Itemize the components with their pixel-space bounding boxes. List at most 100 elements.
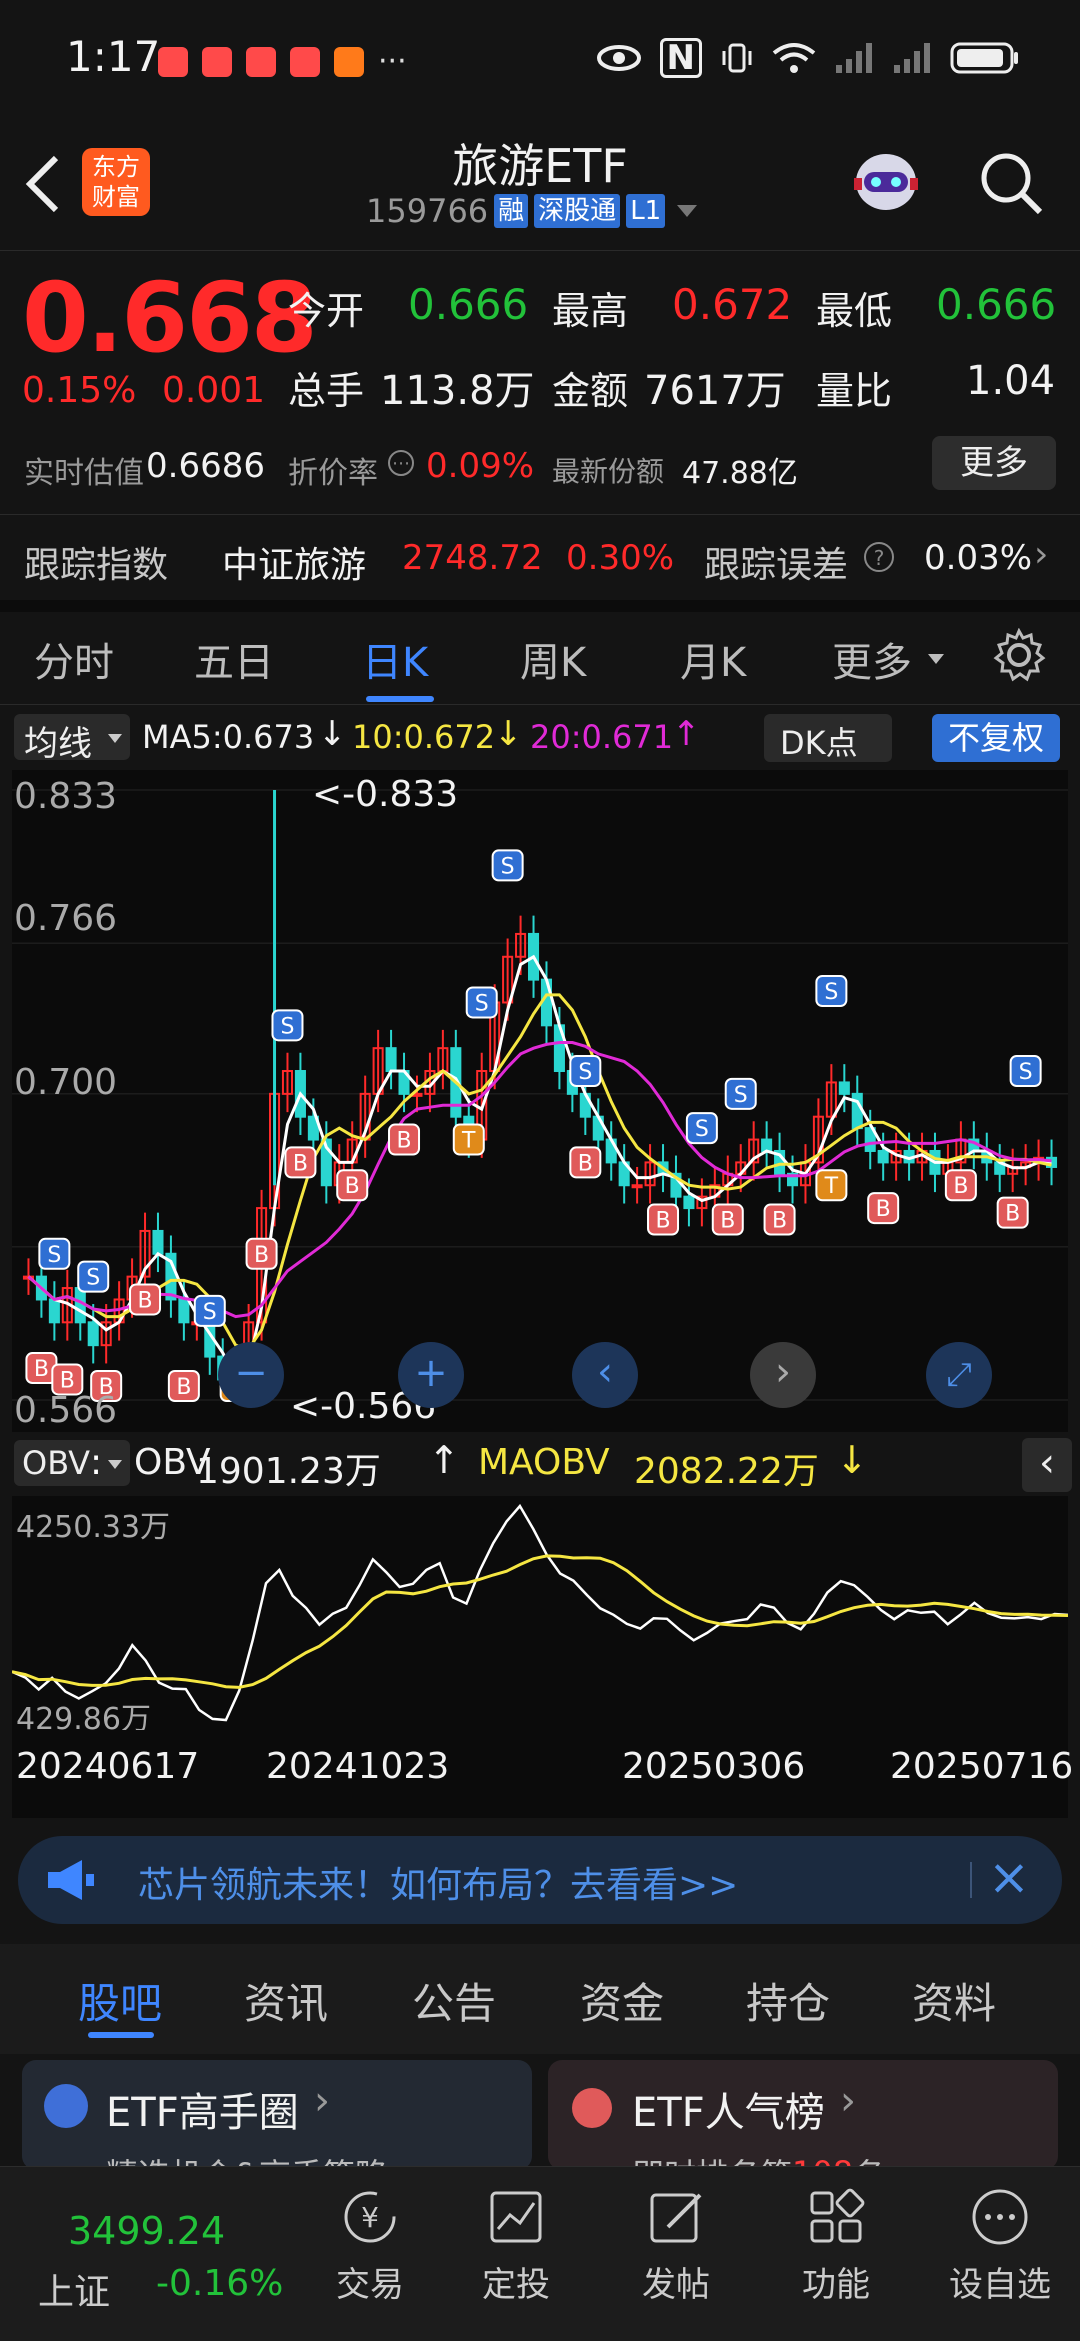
candle-body xyxy=(385,1047,397,1073)
signal-icon xyxy=(894,43,930,73)
dk-point-label: DK点 xyxy=(780,724,858,762)
search-icon[interactable] xyxy=(978,150,1044,216)
tab-intraday[interactable]: 分时 xyxy=(34,630,114,688)
svg-text:B: B xyxy=(137,1288,152,1313)
promo-banner[interactable]: 芯片领航未来！如何布局？去看看>> × xyxy=(18,1836,1062,1924)
robot-assistant-icon[interactable] xyxy=(846,144,926,220)
x-tick-label: 20241023 xyxy=(266,1746,450,1787)
adjust-button[interactable]: 不复权 xyxy=(932,714,1060,762)
nav-trade[interactable]: ¥ 交易 xyxy=(310,2167,430,2341)
y-tick-label: 0.766 xyxy=(14,898,118,939)
last-price: 0.668 xyxy=(22,262,318,374)
tab-capital[interactable]: 资金 xyxy=(580,1970,664,2031)
tab-daily-k[interactable]: 日K xyxy=(362,630,428,688)
volume-value: 113.8万 xyxy=(380,368,535,414)
indicator-select[interactable]: OBV xyxy=(14,1440,130,1486)
svg-text:T: T xyxy=(824,1174,839,1199)
gear-icon[interactable] xyxy=(992,628,1046,682)
premium-value: 0.09% xyxy=(426,446,535,486)
etf-popularity-card[interactable]: ETF人气榜 › 即时排名第 108 名 xyxy=(548,2060,1058,2170)
wifi-icon xyxy=(772,43,816,73)
index-ticker[interactable]: 3499.24 上证 -0.16% xyxy=(0,2167,300,2341)
kline-chart[interactable]: BBBBBTBBBBTBBBBTBBBSSSSSSSSSSS xyxy=(12,770,1068,1432)
zoom-out-button[interactable]: − xyxy=(218,1342,284,1408)
tracking-row[interactable]: 跟踪指数 中证旅游 2748.72 0.30% 跟踪误差 ? 0.03% › xyxy=(0,516,1080,600)
ma10-value: 10:0.672 xyxy=(352,718,496,756)
maobv-line xyxy=(11,1554,1069,1689)
fullscreen-button[interactable]: ⤢ xyxy=(926,1342,992,1408)
buy-signal: B xyxy=(996,1196,1029,1229)
active-tab-indicator xyxy=(88,2032,154,2038)
dk-point-button[interactable]: DK点 xyxy=(764,714,892,762)
iopv-label: 实时估值 xyxy=(24,456,144,491)
etf-experts-card[interactable]: ETF高手圈 › 精选机会&高手策略 xyxy=(22,2060,532,2170)
buy-signal: B xyxy=(647,1203,680,1236)
nav-functions[interactable]: 功能 xyxy=(776,2167,896,2341)
close-icon[interactable]: × xyxy=(988,1848,1030,1906)
svg-text:B: B xyxy=(772,1209,787,1234)
status-time: 1:17 xyxy=(66,32,161,81)
tab-monthly-k[interactable]: 月K xyxy=(680,630,746,688)
candle-body xyxy=(152,1229,164,1255)
svg-text:S: S xyxy=(734,1083,748,1108)
shares-label: 最新份额 xyxy=(552,455,665,488)
tab-more[interactable]: 更多 xyxy=(832,630,912,688)
sell-signal: S xyxy=(1009,1055,1042,1088)
obv-line xyxy=(11,1503,1069,1722)
arrow-down-icon: ↓ xyxy=(318,714,347,754)
caret-down-icon xyxy=(108,1460,122,1469)
experts-icon xyxy=(44,2084,88,2128)
sell-signal: S xyxy=(465,986,498,1019)
scroll-right-button[interactable]: › xyxy=(750,1342,816,1408)
index-value: 3499.24 xyxy=(68,2209,226,2253)
arrow-down-icon: ↓ xyxy=(836,1438,868,1482)
ma-select[interactable]: 均线 xyxy=(14,714,130,764)
vibrate-icon xyxy=(722,43,752,73)
experts-title: ETF高手圈 xyxy=(106,2090,299,2136)
svg-text:B: B xyxy=(655,1209,670,1234)
sell-signal: S xyxy=(77,1260,110,1293)
battery-icon xyxy=(950,42,1018,74)
nav-add-watchlist[interactable]: 设自选 xyxy=(930,2167,1070,2341)
indicator-select-label: OBV xyxy=(22,1444,91,1482)
tab-five-day[interactable]: 五日 xyxy=(194,630,274,688)
tab-holdings[interactable]: 持仓 xyxy=(746,1970,830,2031)
caret-down-icon xyxy=(108,734,122,743)
nav-label: 发帖 xyxy=(642,2265,710,2305)
candle-body xyxy=(631,1184,643,1189)
nav-post[interactable]: 发帖 xyxy=(616,2167,736,2341)
obv-chart-area[interactable]: 4250.33万 429.86万 xyxy=(11,1496,1069,1737)
svg-text:S: S xyxy=(695,1117,709,1142)
tab-news[interactable]: 资讯 xyxy=(244,1970,328,2031)
svg-text:B: B xyxy=(1005,1202,1020,1227)
maobv-value: 2082.22万 xyxy=(634,1451,819,1492)
section-gap xyxy=(0,600,1080,612)
tab-guba[interactable]: 股吧 xyxy=(78,1970,162,2031)
help-icon[interactable]: ? xyxy=(864,542,894,572)
more-notifications-dots: ··· xyxy=(378,44,407,79)
scroll-left-button[interactable]: ‹ xyxy=(572,1342,638,1408)
chevron-down-icon xyxy=(677,205,698,217)
svg-text:B: B xyxy=(720,1209,735,1234)
maobv-series-label: MAOBV xyxy=(478,1442,610,1483)
chevron-right-icon: › xyxy=(314,2078,330,2124)
kline-chart-area[interactable]: BBBBBTBBBBTBBBBTBBBSSSSSSSSSSS 0.833 0.7… xyxy=(12,770,1068,1432)
candle-body xyxy=(851,1092,863,1130)
tab-weekly-k[interactable]: 周K xyxy=(520,630,586,688)
tab-profile[interactable]: 资料 xyxy=(912,1970,996,2031)
collapse-panel-button[interactable]: ‹ xyxy=(1022,1438,1072,1492)
zoom-in-button[interactable]: + xyxy=(398,1342,464,1408)
low-label: 最低 xyxy=(816,289,893,333)
taobao-notification-icon xyxy=(334,46,364,77)
y-tick-label: 0.833 xyxy=(14,776,118,817)
info-icon[interactable]: ⋯ xyxy=(388,450,414,476)
tab-announcements[interactable]: 公告 xyxy=(412,1970,496,2031)
obv-chart[interactable] xyxy=(11,1496,1069,1730)
stock-code-row[interactable]: 159766 融 深股通 L1 xyxy=(366,192,698,230)
more-button[interactable]: 更多 xyxy=(932,436,1056,490)
nav-invest[interactable]: 定投 xyxy=(456,2167,576,2341)
app-notification-icon xyxy=(202,46,232,77)
svg-text:T: T xyxy=(461,1129,476,1154)
change-percent: 0.15% xyxy=(22,370,137,411)
svg-text:S: S xyxy=(280,1014,294,1039)
